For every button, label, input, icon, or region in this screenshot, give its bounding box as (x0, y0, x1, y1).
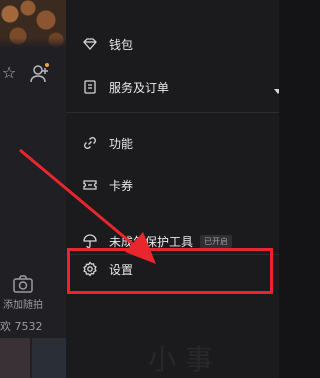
umbrella-icon (82, 233, 98, 249)
chevron-down-icon[interactable] (273, 81, 279, 94)
video-thumbnail[interactable] (0, 338, 30, 378)
star-icon[interactable]: ☆ (0, 62, 20, 84)
add-user-icon[interactable] (28, 63, 50, 85)
camera-icon[interactable] (12, 274, 34, 294)
menu-divider (66, 112, 279, 113)
order-list-icon (82, 79, 98, 95)
ticket-icon (82, 177, 98, 193)
background-profile-panel[interactable]: ☆ 添加随拍 欢 7532 (0, 0, 66, 378)
menu-item-label: 卡券 (109, 178, 134, 193)
screen: ☆ 添加随拍 欢 7532 钱包 服务及订单 功能 卡券 未成年保护工具 已开启… (0, 0, 279, 378)
watermark: 小 事 (148, 343, 213, 376)
menu-item-label: 未成年保护工具 (109, 234, 194, 249)
video-thumbnail[interactable] (32, 338, 66, 378)
menu-item-coupons[interactable]: 卡券 (66, 168, 279, 202)
likes-count: 欢 7532 (0, 320, 43, 333)
camera-label[interactable]: 添加随拍 (3, 296, 63, 311)
menu-item-wallet[interactable]: 钱包 (66, 27, 279, 61)
notification-dot (45, 63, 49, 67)
menu-item-features[interactable]: 功能 (66, 126, 279, 160)
menu-item-label: 服务及订单 (109, 80, 170, 95)
menu-item-label: 功能 (109, 136, 134, 151)
annotation-highlight-box (67, 248, 273, 294)
video-thumbnails (0, 338, 66, 378)
profile-cover-photo (0, 0, 66, 48)
profile-action-icons: ☆ (0, 62, 66, 84)
side-drawer-menu: 钱包 服务及订单 功能 卡券 未成年保护工具 已开启 设置 (66, 0, 279, 378)
menu-item-label: 钱包 (109, 37, 134, 52)
menu-item-service-orders[interactable]: 服务及订单 (66, 70, 279, 104)
link-icon (82, 135, 98, 151)
status-badge: 已开启 (200, 235, 232, 248)
wallet-icon (82, 36, 98, 52)
